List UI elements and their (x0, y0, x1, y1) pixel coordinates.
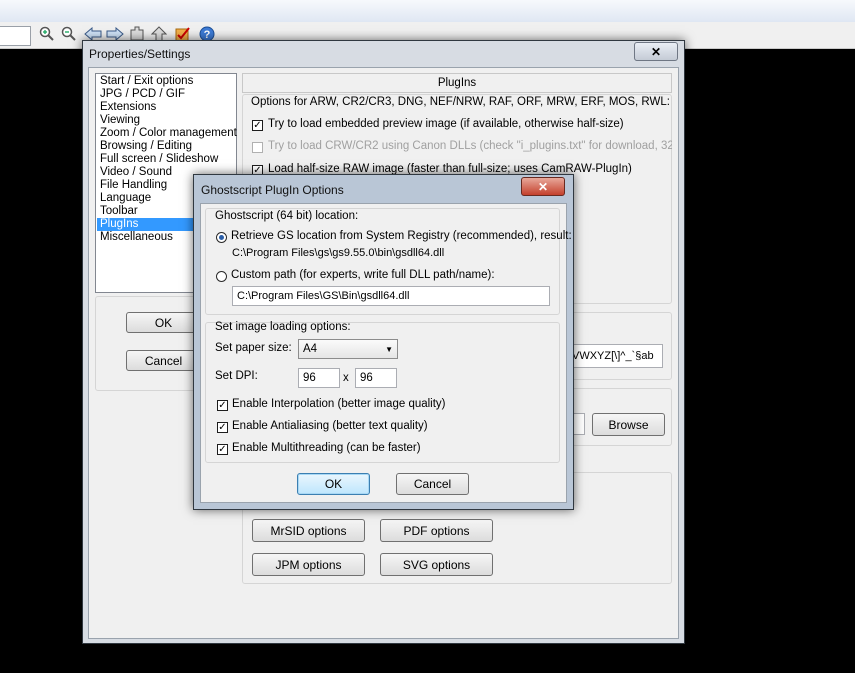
custom-path-input[interactable]: C:\Program Files\GS\Bin\gsdll64.dll (232, 286, 550, 306)
cancel-button[interactable]: Cancel (396, 473, 469, 495)
close-icon: ✕ (650, 44, 662, 59)
list-item[interactable]: Start / Exit options (100, 75, 193, 88)
jpm-options-button[interactable]: JPM options (252, 553, 365, 576)
list-item[interactable]: Extensions (100, 101, 156, 114)
dpi-y-input[interactable]: 96 (355, 368, 397, 388)
list-item[interactable]: Full screen / Slideshow (100, 153, 218, 166)
raw-opt2-checkbox[interactable] (252, 142, 263, 153)
svg-options-button[interactable]: SVG options (380, 553, 493, 576)
raw-opt1-checkbox[interactable]: ✓ (252, 120, 263, 131)
ghostscript-dialog: Ghostscript PlugIn Options ✕ Ghostscript… (193, 174, 574, 510)
raw-opt1-label: Try to load embedded preview image (if a… (268, 118, 624, 130)
cancel-button[interactable]: Cancel (126, 350, 201, 371)
ghostscript-client: Ghostscript (64 bit) location: Retrieve … (200, 203, 572, 503)
registry-result: C:\Program Files\gs\gs9.55.0\bin\gsdll64… (232, 247, 445, 259)
properties-title: Properties/Settings (89, 47, 191, 61)
mrsid-options-button[interactable]: MrSID options (252, 519, 365, 542)
chevron-down-icon: ▼ (385, 344, 393, 354)
list-item[interactable]: Viewing (100, 114, 140, 127)
dpi-x-input[interactable]: 96 (298, 368, 340, 388)
list-item[interactable]: File Handling (100, 179, 167, 192)
registry-radio[interactable] (216, 232, 227, 243)
multithread-label: Enable Multithreading (can be faster) (232, 442, 421, 454)
font-sample-field[interactable]: VWXYZ[\]^_`§ab (567, 344, 663, 368)
list-item[interactable]: Video / Sound (100, 166, 172, 179)
custom-label: Custom path (for experts, write full DLL… (231, 269, 495, 281)
toolbar-combo[interactable] (0, 26, 31, 46)
app-title-strip (0, 0, 855, 23)
multithread-checkbox[interactable]: ✓ (217, 444, 228, 455)
close-icon: ✕ (537, 179, 549, 194)
custom-radio[interactable] (216, 271, 227, 282)
antialias-label: Enable Antialiasing (better text quality… (232, 420, 428, 432)
raw-options-label: Options for ARW, CR2/CR3, DNG, NEF/NRW, … (251, 96, 670, 108)
list-item[interactable]: Zoom / Color management (100, 127, 237, 140)
list-item[interactable]: Language (100, 192, 151, 205)
loading-group-label: Set image loading options: (215, 321, 351, 333)
properties-close-button[interactable]: ✕ (634, 42, 678, 61)
dpi-label: Set DPI: (215, 370, 258, 382)
list-item[interactable]: JPG / PCD / GIF (100, 88, 185, 101)
list-item[interactable]: Browsing / Editing (100, 140, 192, 153)
list-item[interactable]: Toolbar (100, 205, 138, 218)
ghostscript-close-button[interactable]: ✕ (521, 177, 565, 196)
location-group-label: Ghostscript (64 bit) location: (215, 210, 359, 222)
interpolation-label: Enable Interpolation (better image quali… (232, 398, 446, 410)
raw-opt2-label: Try to load CRW/CR2 using Canon DLLs (ch… (268, 140, 672, 152)
paper-size-value: A4 (303, 343, 318, 355)
pdf-options-button[interactable]: PDF options (380, 519, 493, 542)
dpi-separator: x (343, 372, 349, 384)
registry-label: Retrieve GS location from System Registr… (231, 230, 572, 242)
zoom-in-icon[interactable] (38, 25, 56, 43)
panel-title: PlugIns (242, 73, 672, 93)
ok-button[interactable]: OK (126, 312, 201, 333)
ok-button[interactable]: OK (297, 473, 370, 495)
browse-button[interactable]: Browse (592, 413, 665, 436)
zoom-out-icon[interactable] (60, 25, 78, 43)
ghostscript-title: Ghostscript PlugIn Options (201, 183, 344, 197)
paper-size-select[interactable]: A4 ▼ (298, 339, 398, 359)
paper-size-label: Set paper size: (215, 342, 292, 354)
interpolation-checkbox[interactable]: ✓ (217, 400, 228, 411)
antialias-checkbox[interactable]: ✓ (217, 422, 228, 433)
list-item[interactable]: Miscellaneous (100, 231, 173, 244)
